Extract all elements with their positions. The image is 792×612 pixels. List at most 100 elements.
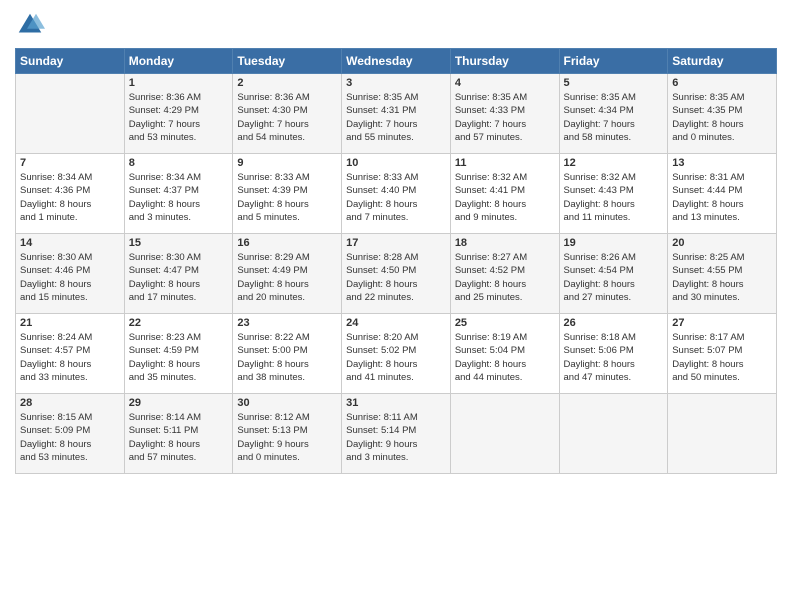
header-row: SundayMondayTuesdayWednesdayThursdayFrid…	[16, 49, 777, 74]
logo	[15, 10, 49, 40]
calendar-cell: 26 Sunrise: 8:18 AMSunset: 5:06 PMDayligh…	[559, 314, 668, 394]
day-info: Sunrise: 8:35 AMSunset: 4:34 PMDaylight:…	[564, 91, 664, 144]
day-number: 18	[455, 237, 555, 249]
day-number: 16	[237, 237, 337, 249]
calendar-cell: 8 Sunrise: 8:34 AMSunset: 4:37 PMDaylight…	[124, 154, 233, 234]
calendar-cell: 20 Sunrise: 8:25 AMSunset: 4:55 PMDayligh…	[668, 234, 777, 314]
calendar-cell: 21Sunrise: 8:24 AMSunset: 4:57 PMDayligh…	[16, 314, 125, 394]
weekday-header: Sunday	[16, 49, 125, 74]
calendar-cell: 18 Sunrise: 8:27 AMSunset: 4:52 PMDayligh…	[450, 234, 559, 314]
calendar-cell: 6 Sunrise: 8:35 AMSunset: 4:35 PMDaylight…	[668, 74, 777, 154]
calendar-cell: 24 Sunrise: 8:20 AMSunset: 5:02 PMDayligh…	[342, 314, 451, 394]
day-number: 10	[346, 157, 446, 169]
day-info: Sunrise: 8:29 AMSunset: 4:49 PMDaylight:…	[237, 251, 337, 304]
calendar-cell: 3 Sunrise: 8:35 AMSunset: 4:31 PMDaylight…	[342, 74, 451, 154]
calendar-cell	[450, 394, 559, 474]
calendar-cell	[559, 394, 668, 474]
day-number: 7	[20, 157, 120, 169]
day-number: 14	[20, 237, 120, 249]
day-info: Sunrise: 8:32 AMSunset: 4:41 PMDaylight:…	[455, 171, 555, 224]
day-number: 24	[346, 317, 446, 329]
day-number: 29	[129, 397, 229, 409]
calendar-row: 1 Sunrise: 8:36 AMSunset: 4:29 PMDaylight…	[16, 74, 777, 154]
calendar-cell: 1 Sunrise: 8:36 AMSunset: 4:29 PMDaylight…	[124, 74, 233, 154]
day-info: Sunrise: 8:36 AMSunset: 4:29 PMDaylight:…	[129, 91, 229, 144]
day-info: Sunrise: 8:14 AMSunset: 5:11 PMDaylight:…	[129, 411, 229, 464]
header	[15, 10, 777, 40]
day-number: 23	[237, 317, 337, 329]
day-info: Sunrise: 8:34 AMSunset: 4:36 PMDaylight:…	[20, 171, 120, 224]
calendar-cell: 2Sunrise: 8:36 AMSunset: 4:30 PMDaylight…	[233, 74, 342, 154]
weekday-header: Monday	[124, 49, 233, 74]
calendar-row: 7 Sunrise: 8:34 AMSunset: 4:36 PMDaylight…	[16, 154, 777, 234]
day-info: Sunrise: 8:32 AMSunset: 4:43 PMDaylight:…	[564, 171, 664, 224]
day-info: Sunrise: 8:35 AMSunset: 4:31 PMDaylight:…	[346, 91, 446, 144]
day-info: Sunrise: 8:22 AMSunset: 5:00 PMDaylight:…	[237, 331, 337, 384]
calendar-cell: 15 Sunrise: 8:30 AMSunset: 4:47 PMDayligh…	[124, 234, 233, 314]
day-number: 26	[564, 317, 664, 329]
calendar-cell: 28 Sunrise: 8:15 AMSunset: 5:09 PMDayligh…	[16, 394, 125, 474]
calendar-cell: 14Sunrise: 8:30 AMSunset: 4:46 PMDayligh…	[16, 234, 125, 314]
calendar-cell: 9 Sunrise: 8:33 AMSunset: 4:39 PMDaylight…	[233, 154, 342, 234]
day-number: 30	[237, 397, 337, 409]
day-number: 8	[129, 157, 229, 169]
day-number: 19	[564, 237, 664, 249]
calendar-cell	[668, 394, 777, 474]
day-number: 13	[672, 157, 772, 169]
calendar-cell: 16 Sunrise: 8:29 AMSunset: 4:49 PMDayligh…	[233, 234, 342, 314]
calendar-table: SundayMondayTuesdayWednesdayThursdayFrid…	[15, 48, 777, 474]
day-info: Sunrise: 8:26 AMSunset: 4:54 PMDaylight:…	[564, 251, 664, 304]
calendar-cell: 7 Sunrise: 8:34 AMSunset: 4:36 PMDaylight…	[16, 154, 125, 234]
day-info: Sunrise: 8:17 AMSunset: 5:07 PMDaylight:…	[672, 331, 772, 384]
day-info: Sunrise: 8:12 AMSunset: 5:13 PMDaylight:…	[237, 411, 337, 464]
day-info: Sunrise: 8:34 AMSunset: 4:37 PMDaylight:…	[129, 171, 229, 224]
day-number: 5	[564, 77, 664, 89]
day-info: Sunrise: 8:28 AMSunset: 4:50 PMDaylight:…	[346, 251, 446, 304]
main-container: SundayMondayTuesdayWednesdayThursdayFrid…	[0, 0, 792, 484]
calendar-cell: 31Sunrise: 8:11 AMSunset: 5:14 PMDayligh…	[342, 394, 451, 474]
calendar-cell: 12 Sunrise: 8:32 AMSunset: 4:43 PMDayligh…	[559, 154, 668, 234]
day-info: Sunrise: 8:19 AMSunset: 5:04 PMDaylight:…	[455, 331, 555, 384]
day-number: 17	[346, 237, 446, 249]
calendar-cell: 23 Sunrise: 8:22 AMSunset: 5:00 PMDayligh…	[233, 314, 342, 394]
day-number: 20	[672, 237, 772, 249]
day-info: Sunrise: 8:36 AMSunset: 4:30 PMDaylight:…	[237, 91, 337, 144]
day-number: 22	[129, 317, 229, 329]
day-info: Sunrise: 8:27 AMSunset: 4:52 PMDaylight:…	[455, 251, 555, 304]
day-info: Sunrise: 8:33 AMSunset: 4:40 PMDaylight:…	[346, 171, 446, 224]
calendar-row: 28 Sunrise: 8:15 AMSunset: 5:09 PMDayligh…	[16, 394, 777, 474]
weekday-header: Thursday	[450, 49, 559, 74]
day-info: Sunrise: 8:24 AMSunset: 4:57 PMDaylight:…	[20, 331, 120, 384]
calendar-cell: 5 Sunrise: 8:35 AMSunset: 4:34 PMDaylight…	[559, 74, 668, 154]
weekday-header: Saturday	[668, 49, 777, 74]
calendar-cell: 19 Sunrise: 8:26 AMSunset: 4:54 PMDayligh…	[559, 234, 668, 314]
day-number: 11	[455, 157, 555, 169]
calendar-row: 14Sunrise: 8:30 AMSunset: 4:46 PMDayligh…	[16, 234, 777, 314]
day-info: Sunrise: 8:11 AMSunset: 5:14 PMDaylight:…	[346, 411, 446, 464]
calendar-cell: 11 Sunrise: 8:32 AMSunset: 4:41 PMDayligh…	[450, 154, 559, 234]
weekday-header: Wednesday	[342, 49, 451, 74]
day-number: 3	[346, 77, 446, 89]
calendar-cell: 27 Sunrise: 8:17 AMSunset: 5:07 PMDayligh…	[668, 314, 777, 394]
calendar-cell: 4Sunrise: 8:35 AMSunset: 4:33 PMDaylight…	[450, 74, 559, 154]
day-info: Sunrise: 8:33 AMSunset: 4:39 PMDaylight:…	[237, 171, 337, 224]
day-number: 25	[455, 317, 555, 329]
day-info: Sunrise: 8:20 AMSunset: 5:02 PMDaylight:…	[346, 331, 446, 384]
day-number: 27	[672, 317, 772, 329]
day-info: Sunrise: 8:35 AMSunset: 4:35 PMDaylight:…	[672, 91, 772, 144]
day-number: 4	[455, 77, 555, 89]
calendar-cell: 10 Sunrise: 8:33 AMSunset: 4:40 PMDayligh…	[342, 154, 451, 234]
day-info: Sunrise: 8:30 AMSunset: 4:47 PMDaylight:…	[129, 251, 229, 304]
day-info: Sunrise: 8:18 AMSunset: 5:06 PMDaylight:…	[564, 331, 664, 384]
day-number: 28	[20, 397, 120, 409]
day-number: 1	[129, 77, 229, 89]
day-number: 15	[129, 237, 229, 249]
day-number: 9	[237, 157, 337, 169]
day-number: 12	[564, 157, 664, 169]
calendar-row: 21Sunrise: 8:24 AMSunset: 4:57 PMDayligh…	[16, 314, 777, 394]
day-info: Sunrise: 8:15 AMSunset: 5:09 PMDaylight:…	[20, 411, 120, 464]
day-number: 6	[672, 77, 772, 89]
day-info: Sunrise: 8:25 AMSunset: 4:55 PMDaylight:…	[672, 251, 772, 304]
weekday-header: Friday	[559, 49, 668, 74]
calendar-cell: 13Sunrise: 8:31 AMSunset: 4:44 PMDayligh…	[668, 154, 777, 234]
